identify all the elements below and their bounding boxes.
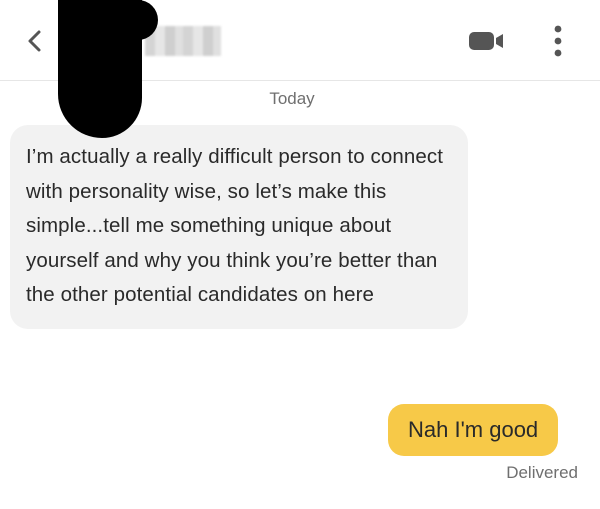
video-call-button[interactable]	[468, 30, 506, 52]
contact-name-blurred	[145, 26, 221, 56]
avatar-redacted	[58, 0, 158, 138]
outgoing-message-bubble[interactable]: Nah I'm good	[388, 404, 559, 456]
more-vertical-icon	[554, 25, 562, 57]
video-camera-icon	[469, 32, 503, 50]
chevron-left-icon	[28, 30, 41, 52]
chat-screen: Today I’m actually a really difficult pe…	[0, 0, 600, 509]
more-options-button[interactable]	[548, 22, 568, 60]
delivery-status: Delivered	[506, 463, 578, 482]
back-button[interactable]	[20, 26, 50, 56]
incoming-message-bubble[interactable]: I’m actually a really difficult person t…	[10, 125, 468, 329]
